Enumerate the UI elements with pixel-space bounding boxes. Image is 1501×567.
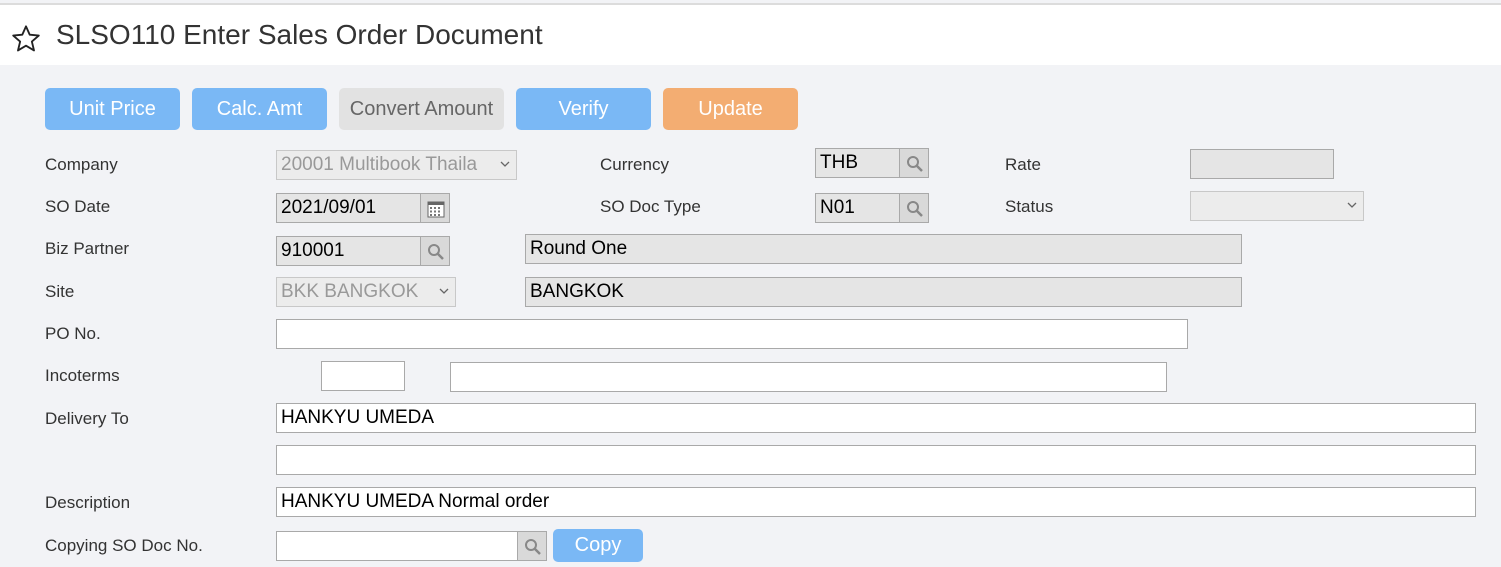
description-label: Description xyxy=(45,493,131,512)
description-input[interactable]: HANKYU UMEDA Normal order xyxy=(276,487,1476,517)
po-no-label: PO No. xyxy=(45,324,101,343)
favorite-star-icon[interactable] xyxy=(10,23,42,55)
chevron-down-icon xyxy=(439,288,449,294)
currency-input[interactable]: THB xyxy=(815,148,901,178)
search-icon xyxy=(428,244,444,260)
chevron-down-icon xyxy=(1347,202,1357,208)
biz-partner-code-input[interactable]: 910001 xyxy=(276,236,422,266)
status-select[interactable] xyxy=(1190,191,1364,221)
company-value: 20001 Multibook Thaila xyxy=(281,154,478,175)
delivery-to-line1-input[interactable]: HANKYU UMEDA xyxy=(276,403,1476,433)
copying-so-doc-search-button[interactable] xyxy=(517,531,547,561)
rate-label: Rate xyxy=(1005,155,1041,174)
copying-so-doc-no-label: Copying SO Doc No. xyxy=(45,536,203,555)
chevron-down-icon xyxy=(500,161,510,167)
copying-so-doc-no-input[interactable] xyxy=(276,531,519,561)
so-doc-type-search-button[interactable] xyxy=(899,193,929,223)
site-name-field: BANGKOK xyxy=(525,277,1242,307)
rate-input[interactable] xyxy=(1190,149,1334,179)
incoterms-code-input[interactable] xyxy=(321,361,405,391)
copy-button[interactable]: Copy xyxy=(553,529,643,562)
company-select[interactable]: 20001 Multibook Thaila xyxy=(276,150,517,180)
site-select[interactable]: BKK BANGKOK xyxy=(276,277,456,307)
incoterms-desc-input[interactable] xyxy=(450,362,1167,392)
calc-amt-button[interactable]: Calc. Amt xyxy=(192,88,327,130)
search-icon xyxy=(907,156,923,172)
unit-price-button[interactable]: Unit Price xyxy=(45,88,180,130)
so-doc-type-label: SO Doc Type xyxy=(600,197,701,216)
page-title: SLSO110 Enter Sales Order Document xyxy=(56,19,543,50)
biz-partner-label: Biz Partner xyxy=(45,239,130,258)
so-date-label: SO Date xyxy=(45,197,111,216)
search-icon xyxy=(907,201,923,217)
site-label: Site xyxy=(45,282,75,301)
update-button[interactable]: Update xyxy=(663,88,798,130)
so-doc-type-input[interactable]: N01 xyxy=(815,193,901,223)
delivery-to-label: Delivery To xyxy=(45,409,129,428)
site-value: BKK BANGKOK xyxy=(281,281,419,302)
biz-partner-search-button[interactable] xyxy=(420,236,450,266)
search-icon xyxy=(525,539,541,555)
calendar-icon xyxy=(427,201,445,218)
biz-partner-name-field: Round One xyxy=(525,234,1242,264)
delivery-to-line2-input[interactable] xyxy=(276,445,1476,475)
incoterms-label: Incoterms xyxy=(45,366,120,385)
currency-label: Currency xyxy=(600,155,669,174)
title-bar: SLSO110 Enter Sales Order Document xyxy=(0,5,1501,65)
calendar-button[interactable] xyxy=(420,193,450,223)
po-no-input[interactable] xyxy=(276,319,1188,349)
status-label: Status xyxy=(1005,197,1054,216)
currency-search-button[interactable] xyxy=(899,148,929,178)
verify-button[interactable]: Verify xyxy=(516,88,651,130)
so-date-input[interactable]: 2021/09/01 xyxy=(276,193,422,223)
company-label: Company xyxy=(45,155,118,174)
convert-amount-button[interactable]: Convert Amount xyxy=(339,88,504,130)
